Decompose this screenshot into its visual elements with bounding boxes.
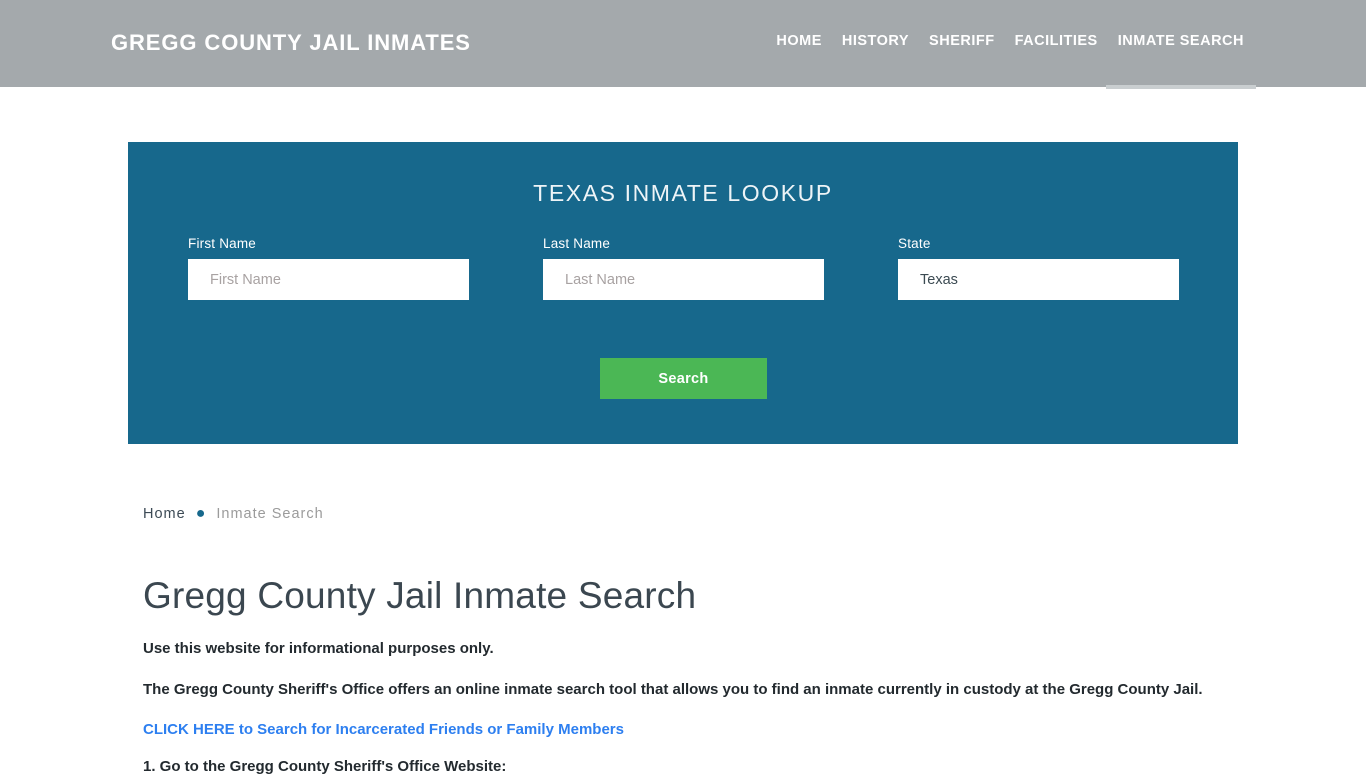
state-field-group: State bbox=[898, 236, 1179, 300]
page-title: Gregg County Jail Inmate Search bbox=[143, 575, 697, 616]
search-incarcerated-link[interactable]: CLICK HERE to Search for Incarcerated Fr… bbox=[143, 721, 1233, 738]
nav-item-sheriff[interactable]: Sheriff bbox=[919, 33, 1005, 49]
last-name-label: Last Name bbox=[543, 236, 611, 251]
breadcrumb-home-link[interactable]: Home bbox=[143, 506, 186, 522]
breadcrumb-separator-icon: ● bbox=[195, 505, 207, 522]
nav-item-history[interactable]: History bbox=[832, 33, 919, 49]
breadcrumb: Home ● Inmate Search bbox=[143, 505, 324, 523]
nav-item-home[interactable]: Home bbox=[766, 33, 832, 49]
lookup-panel-title: TEXAS INMATE LOOKUP bbox=[533, 180, 833, 206]
first-name-field-group: First Name bbox=[188, 236, 469, 300]
site-brand[interactable]: Gregg County Jail Inmates bbox=[111, 30, 471, 56]
article-step-1: 1. Go to the Gregg County Sheriff's Offi… bbox=[143, 758, 507, 775]
article-paragraph-2: The Gregg County Sheriff's Office offers… bbox=[143, 681, 1203, 699]
inmate-lookup-panel: TEXAS INMATE LOOKUP First Name Last Name… bbox=[128, 142, 1238, 444]
article-content: Gregg County Jail Inmate Search Use this… bbox=[143, 575, 1233, 775]
search-button[interactable]: Search bbox=[600, 358, 767, 399]
first-name-input[interactable] bbox=[188, 259, 469, 300]
breadcrumb-current: Inmate Search bbox=[216, 506, 324, 522]
main-navigation: Home History Sheriff Facilities Inmate S… bbox=[766, 33, 1257, 89]
last-name-input[interactable] bbox=[543, 259, 824, 300]
last-name-field-group: Last Name bbox=[543, 236, 824, 300]
nav-item-facilities[interactable]: Facilities bbox=[1005, 33, 1108, 49]
state-label: State bbox=[898, 236, 931, 251]
nav-item-inmate-search[interactable]: Inmate Search bbox=[1105, 33, 1257, 89]
article-paragraph-1: Use this website for informational purpo… bbox=[143, 639, 494, 657]
state-input[interactable] bbox=[898, 259, 1179, 300]
site-header: Gregg County Jail Inmates Home History S… bbox=[0, 0, 1366, 89]
first-name-label: First Name bbox=[188, 236, 257, 251]
